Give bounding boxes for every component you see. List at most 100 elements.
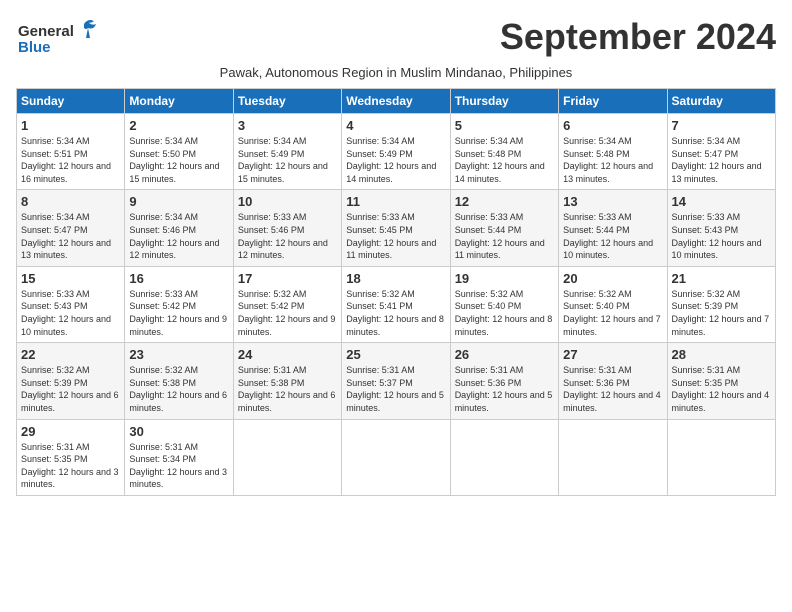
calendar-cell: 13Sunrise: 5:33 AMSunset: 5:44 PMDayligh…	[559, 190, 667, 266]
day-number: 22	[21, 347, 120, 362]
day-number: 29	[21, 424, 120, 439]
calendar-cell	[342, 419, 450, 495]
calendar-day-header: Friday	[559, 89, 667, 114]
day-info: Sunrise: 5:31 AMSunset: 5:36 PMDaylight:…	[455, 364, 554, 414]
day-number: 14	[672, 194, 771, 209]
calendar-week-row: 29 Sunrise: 5:31 AMSunset: 5:35 PMDayligh…	[17, 419, 776, 495]
calendar-cell: 22 Sunrise: 5:32 AMSunset: 5:39 PMDayligh…	[17, 343, 125, 419]
day-number: 10	[238, 194, 337, 209]
day-number: 16	[129, 271, 228, 286]
calendar-day-header: Monday	[125, 89, 233, 114]
day-number: 2	[129, 118, 228, 133]
calendar-cell	[450, 419, 558, 495]
calendar-cell: 10 Sunrise: 5:33 AMSunset: 5:46 PMDayligh…	[233, 190, 341, 266]
day-info: Sunrise: 5:34 AMSunset: 5:49 PMDaylight:…	[238, 135, 337, 185]
day-info: Sunrise: 5:33 AMSunset: 5:43 PMDaylight:…	[21, 288, 120, 338]
calendar-cell	[667, 419, 775, 495]
calendar-cell: 15 Sunrise: 5:33 AMSunset: 5:43 PMDayligh…	[17, 266, 125, 342]
day-info: Sunrise: 5:33 AMSunset: 5:45 PMDaylight:…	[346, 211, 445, 261]
day-number: 15	[21, 271, 120, 286]
day-info: Sunrise: 5:32 AMSunset: 5:39 PMDaylight:…	[672, 288, 771, 338]
day-number: 6	[563, 118, 662, 133]
calendar-cell: 23Sunrise: 5:32 AMSunset: 5:38 PMDayligh…	[125, 343, 233, 419]
day-info: Sunrise: 5:32 AMSunset: 5:42 PMDaylight:…	[238, 288, 337, 338]
calendar-cell: 16 Sunrise: 5:33 AMSunset: 5:42 PMDayligh…	[125, 266, 233, 342]
day-info: Sunrise: 5:34 AMSunset: 5:47 PMDaylight:…	[672, 135, 771, 185]
calendar-cell: 19 Sunrise: 5:32 AMSunset: 5:40 PMDayligh…	[450, 266, 558, 342]
day-info: Sunrise: 5:34 AMSunset: 5:48 PMDaylight:…	[455, 135, 554, 185]
calendar-cell: 17 Sunrise: 5:32 AMSunset: 5:42 PMDayligh…	[233, 266, 341, 342]
calendar-cell: 27Sunrise: 5:31 AMSunset: 5:36 PMDayligh…	[559, 343, 667, 419]
calendar-cell	[233, 419, 341, 495]
day-info: Sunrise: 5:34 AMSunset: 5:51 PMDaylight:…	[21, 135, 120, 185]
calendar-week-row: 22 Sunrise: 5:32 AMSunset: 5:39 PMDayligh…	[17, 343, 776, 419]
calendar-cell: 18 Sunrise: 5:32 AMSunset: 5:41 PMDayligh…	[342, 266, 450, 342]
day-number: 17	[238, 271, 337, 286]
day-number: 25	[346, 347, 445, 362]
day-info: Sunrise: 5:31 AMSunset: 5:37 PMDaylight:…	[346, 364, 445, 414]
day-info: Sunrise: 5:31 AMSunset: 5:35 PMDaylight:…	[672, 364, 771, 414]
calendar-cell: 9 Sunrise: 5:34 AMSunset: 5:46 PMDaylight…	[125, 190, 233, 266]
day-info: Sunrise: 5:33 AMSunset: 5:43 PMDaylight:…	[672, 211, 771, 261]
day-number: 13	[563, 194, 662, 209]
calendar-day-header: Wednesday	[342, 89, 450, 114]
day-number: 9	[129, 194, 228, 209]
calendar-cell: 14 Sunrise: 5:33 AMSunset: 5:43 PMDayligh…	[667, 190, 775, 266]
day-info: Sunrise: 5:32 AMSunset: 5:40 PMDaylight:…	[563, 288, 662, 338]
svg-text:General: General	[18, 23, 74, 40]
day-info: Sunrise: 5:32 AMSunset: 5:40 PMDaylight:…	[455, 288, 554, 338]
day-info: Sunrise: 5:33 AMSunset: 5:42 PMDaylight:…	[129, 288, 228, 338]
day-info: Sunrise: 5:32 AMSunset: 5:41 PMDaylight:…	[346, 288, 445, 338]
day-number: 12	[455, 194, 554, 209]
svg-text:Blue: Blue	[18, 39, 51, 56]
day-number: 8	[21, 194, 120, 209]
calendar-cell: 3 Sunrise: 5:34 AMSunset: 5:49 PMDaylight…	[233, 114, 341, 190]
calendar-week-row: 1 Sunrise: 5:34 AMSunset: 5:51 PMDaylight…	[17, 114, 776, 190]
calendar-cell: 5Sunrise: 5:34 AMSunset: 5:48 PMDaylight…	[450, 114, 558, 190]
calendar-table: SundayMondayTuesdayWednesdayThursdayFrid…	[16, 88, 776, 496]
day-number: 27	[563, 347, 662, 362]
calendar-cell: 24Sunrise: 5:31 AMSunset: 5:38 PMDayligh…	[233, 343, 341, 419]
day-info: Sunrise: 5:31 AMSunset: 5:34 PMDaylight:…	[129, 441, 228, 491]
day-info: Sunrise: 5:34 AMSunset: 5:47 PMDaylight:…	[21, 211, 120, 261]
calendar-cell: 28 Sunrise: 5:31 AMSunset: 5:35 PMDayligh…	[667, 343, 775, 419]
calendar-cell: 20Sunrise: 5:32 AMSunset: 5:40 PMDayligh…	[559, 266, 667, 342]
day-number: 3	[238, 118, 337, 133]
subtitle: Pawak, Autonomous Region in Muslim Minda…	[16, 65, 776, 80]
calendar-week-row: 8 Sunrise: 5:34 AMSunset: 5:47 PMDaylight…	[17, 190, 776, 266]
calendar-cell: 7 Sunrise: 5:34 AMSunset: 5:47 PMDaylight…	[667, 114, 775, 190]
calendar-day-header: Tuesday	[233, 89, 341, 114]
calendar-day-header: Saturday	[667, 89, 775, 114]
day-number: 26	[455, 347, 554, 362]
day-number: 28	[672, 347, 771, 362]
day-number: 1	[21, 118, 120, 133]
calendar-week-row: 15 Sunrise: 5:33 AMSunset: 5:43 PMDayligh…	[17, 266, 776, 342]
calendar-cell: 6Sunrise: 5:34 AMSunset: 5:48 PMDaylight…	[559, 114, 667, 190]
day-info: Sunrise: 5:31 AMSunset: 5:35 PMDaylight:…	[21, 441, 120, 491]
day-info: Sunrise: 5:32 AMSunset: 5:38 PMDaylight:…	[129, 364, 228, 414]
day-number: 4	[346, 118, 445, 133]
day-number: 18	[346, 271, 445, 286]
calendar-day-header: Sunday	[17, 89, 125, 114]
day-info: Sunrise: 5:34 AMSunset: 5:49 PMDaylight:…	[346, 135, 445, 185]
calendar-cell: 30 Sunrise: 5:31 AMSunset: 5:34 PMDayligh…	[125, 419, 233, 495]
day-number: 30	[129, 424, 228, 439]
logo: General Blue	[16, 16, 106, 61]
calendar-cell: 4 Sunrise: 5:34 AMSunset: 5:49 PMDaylight…	[342, 114, 450, 190]
page-header: General Blue September 2024	[16, 16, 776, 61]
day-number: 11	[346, 194, 445, 209]
day-number: 7	[672, 118, 771, 133]
day-info: Sunrise: 5:32 AMSunset: 5:39 PMDaylight:…	[21, 364, 120, 414]
calendar-cell: 11 Sunrise: 5:33 AMSunset: 5:45 PMDayligh…	[342, 190, 450, 266]
day-info: Sunrise: 5:34 AMSunset: 5:46 PMDaylight:…	[129, 211, 228, 261]
calendar-cell	[559, 419, 667, 495]
day-number: 19	[455, 271, 554, 286]
day-info: Sunrise: 5:33 AMSunset: 5:46 PMDaylight:…	[238, 211, 337, 261]
month-title: September 2024	[500, 16, 776, 58]
calendar-header-row: SundayMondayTuesdayWednesdayThursdayFrid…	[17, 89, 776, 114]
day-info: Sunrise: 5:33 AMSunset: 5:44 PMDaylight:…	[455, 211, 554, 261]
calendar-day-header: Thursday	[450, 89, 558, 114]
calendar-cell: 8 Sunrise: 5:34 AMSunset: 5:47 PMDaylight…	[17, 190, 125, 266]
calendar-cell: 21Sunrise: 5:32 AMSunset: 5:39 PMDayligh…	[667, 266, 775, 342]
calendar-cell: 25 Sunrise: 5:31 AMSunset: 5:37 PMDayligh…	[342, 343, 450, 419]
